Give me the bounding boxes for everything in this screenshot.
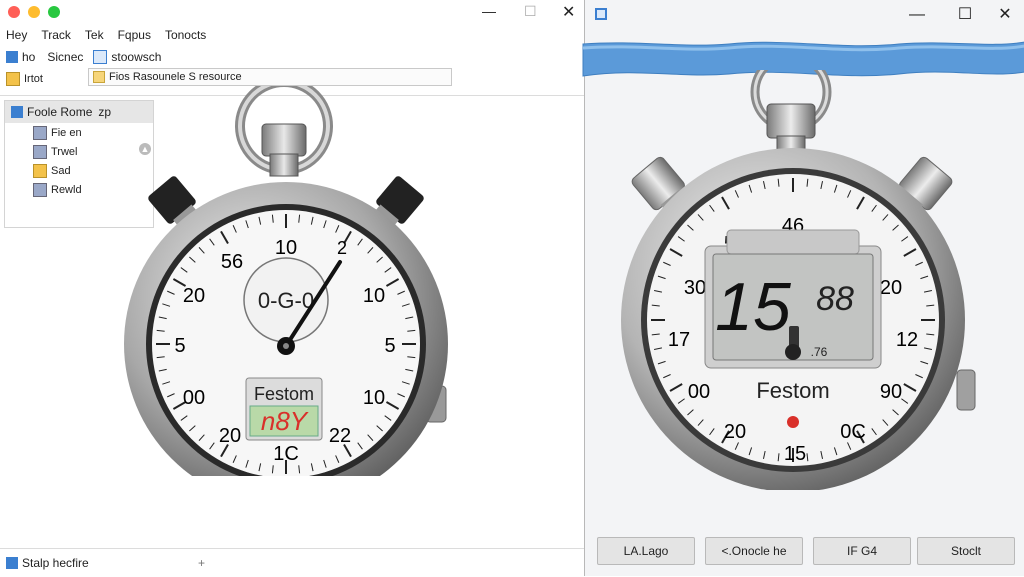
toolbar-item[interactable]: Irtot (24, 73, 43, 85)
lap-button[interactable]: LA.Lago (597, 537, 695, 565)
dial-number: 20 (724, 421, 746, 443)
folder-icon (33, 125, 47, 140)
app-icon (595, 8, 607, 20)
red-indicator (787, 416, 799, 428)
dial-number: 2 (337, 238, 347, 258)
bookmark-icon (6, 51, 18, 63)
dial-number: 17 (668, 329, 690, 351)
minimize-button[interactable]: — (482, 3, 496, 19)
folder-icon (33, 163, 47, 178)
lcd-big-digits: 15 (715, 269, 791, 345)
dial-number: 00 (688, 381, 710, 403)
right-stopwatch: 46 50 5 30 20 17 12 00 90 20 0C 15 15 88… (621, 70, 976, 490)
folder-icon (93, 71, 105, 83)
restore-button[interactable]: ☐ (524, 3, 537, 20)
dial-number: 22 (329, 425, 351, 447)
dial-number: 15 (784, 443, 806, 465)
sub-dial-label: 0-G-0 (258, 288, 314, 313)
minimize-traffic-light[interactable] (28, 6, 40, 18)
tree-header-suffix: zp (98, 105, 112, 119)
folder-icon (6, 72, 20, 86)
lcd-sub-digits: .76 (811, 345, 828, 359)
dial-number: 12 (896, 329, 918, 351)
dial-number: 10 (363, 285, 385, 307)
dial-number: 1C (273, 443, 299, 465)
path-text: Fios Rasounele S resource (109, 71, 242, 83)
zoom-traffic-light[interactable] (48, 6, 60, 18)
status-text: Stalp hecfire (22, 556, 89, 570)
dial-number: 10 (363, 387, 385, 409)
toolbar-row: ho Sicnec stoowsch (6, 48, 206, 66)
if-button[interactable]: IF G4 (813, 537, 911, 565)
lcd-small-digits: 88 (816, 280, 854, 318)
tree-item-label: Fie en (51, 126, 82, 139)
close-traffic-light[interactable] (8, 6, 20, 18)
app-icon (11, 106, 23, 118)
right-window: — ☐ ✕ 46 30 20 17 12 00 90 20 0C 15 15 8… (582, 0, 1024, 576)
toolbar-item[interactable]: stoowsch (111, 50, 161, 64)
hand-pivot (785, 344, 801, 360)
add-tab-button[interactable]: + (198, 556, 205, 570)
dial-number: 00 (183, 387, 205, 409)
menu-item[interactable]: Hey (6, 28, 27, 44)
minimize-button[interactable]: — (903, 4, 931, 26)
stopwatch-app-icon (93, 50, 108, 64)
left-window: — ☐ ✕ Hey Track Tek Fqpus Tonocts ho Sic… (0, 0, 584, 576)
display-title: Festom (254, 384, 314, 404)
dial-number: 56 (221, 251, 243, 273)
lcd-value: n8Y (261, 406, 309, 436)
dial-number: 0C (840, 421, 866, 443)
onocle-button[interactable]: <.Onocle he (705, 537, 803, 565)
dial-number: 10 (275, 237, 297, 259)
menu-item[interactable]: Track (41, 28, 71, 44)
tree-header-label: Foole Rome (27, 105, 93, 119)
crown (261, 123, 307, 157)
menu-bar: Hey Track Tek Fqpus Tonocts (6, 28, 446, 44)
toolbar-item[interactable]: Sicnec (47, 50, 83, 64)
dial-number: 20 (880, 277, 902, 299)
folder-icon (33, 182, 47, 197)
dial-number: 20 (183, 285, 205, 307)
folder-icon (33, 144, 47, 159)
menu-item[interactable]: Fqpus (118, 28, 151, 44)
menu-item[interactable]: Tek (85, 28, 104, 44)
stop-button[interactable]: Stoclt (917, 537, 1015, 565)
close-button[interactable]: ✕ (991, 4, 1019, 26)
app-icon (6, 557, 18, 569)
dial-number: 5 (174, 335, 185, 357)
dial-label: Festom (756, 378, 829, 403)
dial-number: 90 (880, 381, 902, 403)
dial-number: 5 (384, 335, 395, 357)
left-stopwatch: 0-G-0 10 56 2 20 10 5 5 00 10 20 22 1C F… (124, 86, 448, 476)
tree-item-label: Rewld (51, 183, 82, 196)
tree-item-label: Sad (51, 164, 71, 177)
close-button[interactable]: ✕ (562, 2, 575, 22)
dial-number: 30 (684, 277, 706, 299)
dial-number: 20 (219, 425, 241, 447)
menu-item[interactable]: Tonocts (165, 28, 206, 44)
toolbar-item[interactable]: ho (22, 50, 35, 64)
toolbar-row: Irtot (6, 70, 86, 88)
path-field[interactable]: Fios Rasounele S resource (88, 68, 452, 86)
status-bar: Stalp hecfire + (0, 548, 584, 577)
tree-item-label: Trwel (51, 145, 78, 158)
crown (766, 103, 816, 139)
maximize-button[interactable]: ☐ (951, 4, 979, 26)
